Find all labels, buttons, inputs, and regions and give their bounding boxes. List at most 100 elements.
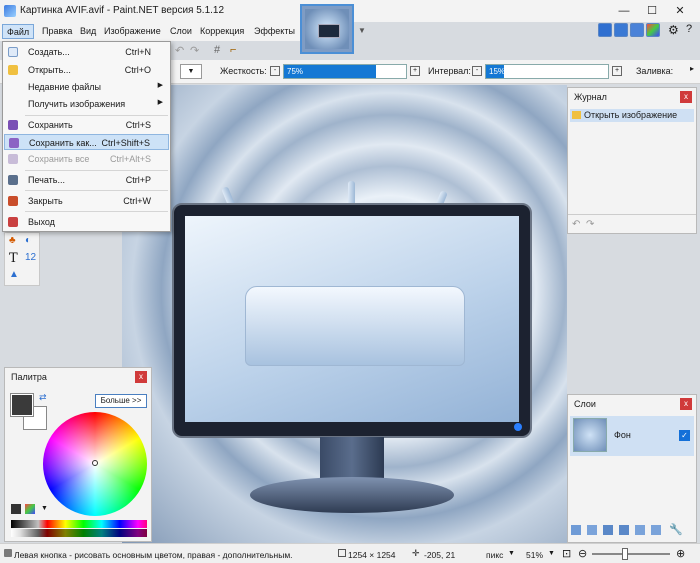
primary-color-swatch[interactable] bbox=[10, 393, 34, 417]
save-icon bbox=[8, 120, 18, 130]
interval-label: Интервал: bbox=[428, 66, 471, 76]
menu-separator bbox=[25, 211, 168, 212]
monitor-illustration bbox=[172, 203, 532, 438]
merge-layer-icon[interactable] bbox=[619, 525, 629, 535]
history-panel-title: Журнал bbox=[574, 92, 607, 102]
history-close-icon[interactable]: x bbox=[680, 91, 692, 103]
canvas[interactable] bbox=[122, 85, 567, 543]
layer-row[interactable]: Фон ✓ bbox=[570, 416, 694, 456]
menu-edit[interactable]: Правка bbox=[38, 24, 76, 39]
menu-separator bbox=[25, 115, 168, 116]
menu-adjustments[interactable]: Коррекция bbox=[196, 24, 248, 39]
toolbar-more-icon[interactable]: ▸ bbox=[690, 64, 694, 73]
hardness-decrease-icon[interactable]: - bbox=[270, 66, 280, 76]
zoom-in-icon[interactable]: ⊕ bbox=[676, 547, 685, 560]
zoom-out-icon[interactable]: ⊖ bbox=[578, 547, 587, 560]
image-tab-thumbnail[interactable] bbox=[300, 4, 354, 54]
menu-item-print[interactable]: Печать... Ctrl+P bbox=[4, 172, 169, 188]
history-undo-icon[interactable]: ↶ bbox=[572, 219, 580, 230]
zoom-dropdown-icon[interactable]: ▼ bbox=[548, 550, 555, 557]
exit-icon bbox=[8, 217, 18, 227]
redo-icon[interactable]: ↷ bbox=[190, 44, 199, 57]
hardness-label: Жесткость: bbox=[220, 66, 267, 76]
undo-icon[interactable]: ↶ bbox=[175, 44, 184, 57]
units-selector[interactable]: пикс bbox=[486, 550, 503, 560]
help-icon[interactable]: ? bbox=[686, 23, 692, 35]
menu-layers[interactable]: Слои bbox=[166, 24, 196, 39]
swap-colors-icon[interactable]: ⇄ bbox=[39, 392, 47, 403]
open-folder-icon bbox=[8, 65, 18, 75]
layer-properties-icon[interactable]: 🔧 bbox=[669, 523, 683, 536]
line-tool-icon[interactable]: 12 bbox=[25, 252, 36, 263]
zoom-to-window-icon[interactable]: ⊡ bbox=[562, 547, 571, 560]
duplicate-layer-icon[interactable] bbox=[603, 525, 613, 535]
settings-gear-icon[interactable]: ⚙ bbox=[668, 23, 679, 37]
hardness-slider[interactable]: 75% bbox=[283, 64, 407, 79]
move-layer-down-icon[interactable] bbox=[651, 525, 661, 535]
recolor-icon[interactable]: ◐ bbox=[25, 235, 31, 246]
zoom-slider[interactable] bbox=[592, 553, 670, 555]
text-tool-icon[interactable]: T bbox=[9, 251, 18, 266]
palette-select-icon[interactable] bbox=[25, 504, 35, 514]
history-redo-icon[interactable]: ↷ bbox=[586, 219, 594, 230]
palette-dropdown-icon[interactable]: ▼ bbox=[41, 505, 48, 512]
layer-visibility-checkbox[interactable]: ✓ bbox=[679, 430, 690, 441]
app-icon bbox=[4, 5, 16, 17]
menu-item-save-as[interactable]: Сохранить как... Ctrl+Shift+S bbox=[4, 134, 169, 150]
tabs-dropdown-icon[interactable]: ▼ bbox=[358, 26, 366, 35]
thumbnail-image bbox=[305, 9, 349, 49]
tools-window-icon[interactable] bbox=[598, 23, 612, 37]
interval-slider[interactable]: 15% bbox=[485, 64, 609, 79]
layers-close-icon[interactable]: x bbox=[680, 398, 692, 410]
zoom-slider-thumb[interactable] bbox=[622, 548, 628, 560]
delete-layer-icon[interactable] bbox=[587, 525, 597, 535]
menu-file[interactable]: Файл bbox=[2, 24, 35, 39]
more-colors-button[interactable]: Больше >> bbox=[95, 394, 147, 408]
move-layer-up-icon[interactable] bbox=[635, 525, 645, 535]
colors-window-icon[interactable] bbox=[646, 23, 660, 37]
history-window-icon[interactable] bbox=[614, 23, 628, 37]
brush-size-dropdown[interactable]: ▼ bbox=[180, 64, 202, 79]
submenu-arrow-icon: ▶ bbox=[157, 82, 163, 89]
hardness-value: 75% bbox=[287, 67, 304, 76]
interval-decrease-icon[interactable]: - bbox=[472, 66, 482, 76]
layers-panel: Слои x Фон ✓ 🔧 bbox=[567, 394, 697, 543]
minimize-button[interactable]: — bbox=[610, 2, 638, 20]
image-size: 1254 × 1254 bbox=[348, 550, 396, 560]
monitor-base bbox=[250, 477, 454, 513]
grid-icon[interactable]: # bbox=[214, 44, 220, 56]
status-hint: Левая кнопка - рисовать основным цветом,… bbox=[14, 550, 293, 560]
hardness-increase-icon[interactable]: + bbox=[410, 66, 420, 76]
clone-stamp-icon[interactable]: ♣ bbox=[9, 235, 16, 246]
palette-swatches-row1[interactable] bbox=[11, 520, 147, 528]
palette-menu-icon[interactable] bbox=[11, 504, 21, 514]
history-item[interactable]: Открыть изображение bbox=[570, 109, 694, 122]
close-window-button[interactable]: ✕ bbox=[666, 2, 694, 20]
palette-panel-title: Палитра bbox=[11, 372, 47, 382]
brush-status-icon bbox=[4, 549, 12, 557]
menu-item-open[interactable]: Открыть... Ctrl+O bbox=[4, 62, 169, 78]
menu-item-exit[interactable]: Выход bbox=[4, 214, 169, 230]
menu-item-acquire[interactable]: Получить изображения ▶ bbox=[4, 96, 169, 112]
palette-swatches-row2[interactable] bbox=[11, 529, 147, 537]
menu-item-save[interactable]: Сохранить Ctrl+S bbox=[4, 117, 169, 133]
menu-item-recent[interactable]: Недавние файлы ▶ bbox=[4, 79, 169, 95]
color-wheel-pointer[interactable] bbox=[92, 460, 98, 466]
layers-window-icon[interactable] bbox=[630, 23, 644, 37]
menu-item-new[interactable]: Создать... Ctrl+N bbox=[4, 44, 169, 60]
menu-view[interactable]: Вид bbox=[76, 24, 100, 39]
palette-panel: Палитра x ⇄ Больше >> ▼ bbox=[4, 367, 152, 542]
maximize-button[interactable]: ☐ bbox=[638, 2, 666, 20]
ruler-icon[interactable]: ⌐ bbox=[230, 44, 236, 56]
new-file-icon bbox=[8, 47, 18, 57]
add-layer-icon[interactable] bbox=[571, 525, 581, 535]
cursor-position-icon: ✛ bbox=[412, 548, 420, 558]
menu-item-close[interactable]: Закрыть Ctrl+W bbox=[4, 193, 169, 209]
shapes-tool-icon[interactable]: ▲ bbox=[9, 269, 19, 280]
menu-effects[interactable]: Эффекты bbox=[250, 24, 299, 39]
palette-close-icon[interactable]: x bbox=[135, 371, 147, 383]
units-dropdown-icon[interactable]: ▼ bbox=[508, 550, 515, 557]
zoom-value[interactable]: 51% bbox=[526, 550, 543, 560]
interval-increase-icon[interactable]: + bbox=[612, 66, 622, 76]
menu-image[interactable]: Изображение bbox=[100, 24, 165, 39]
